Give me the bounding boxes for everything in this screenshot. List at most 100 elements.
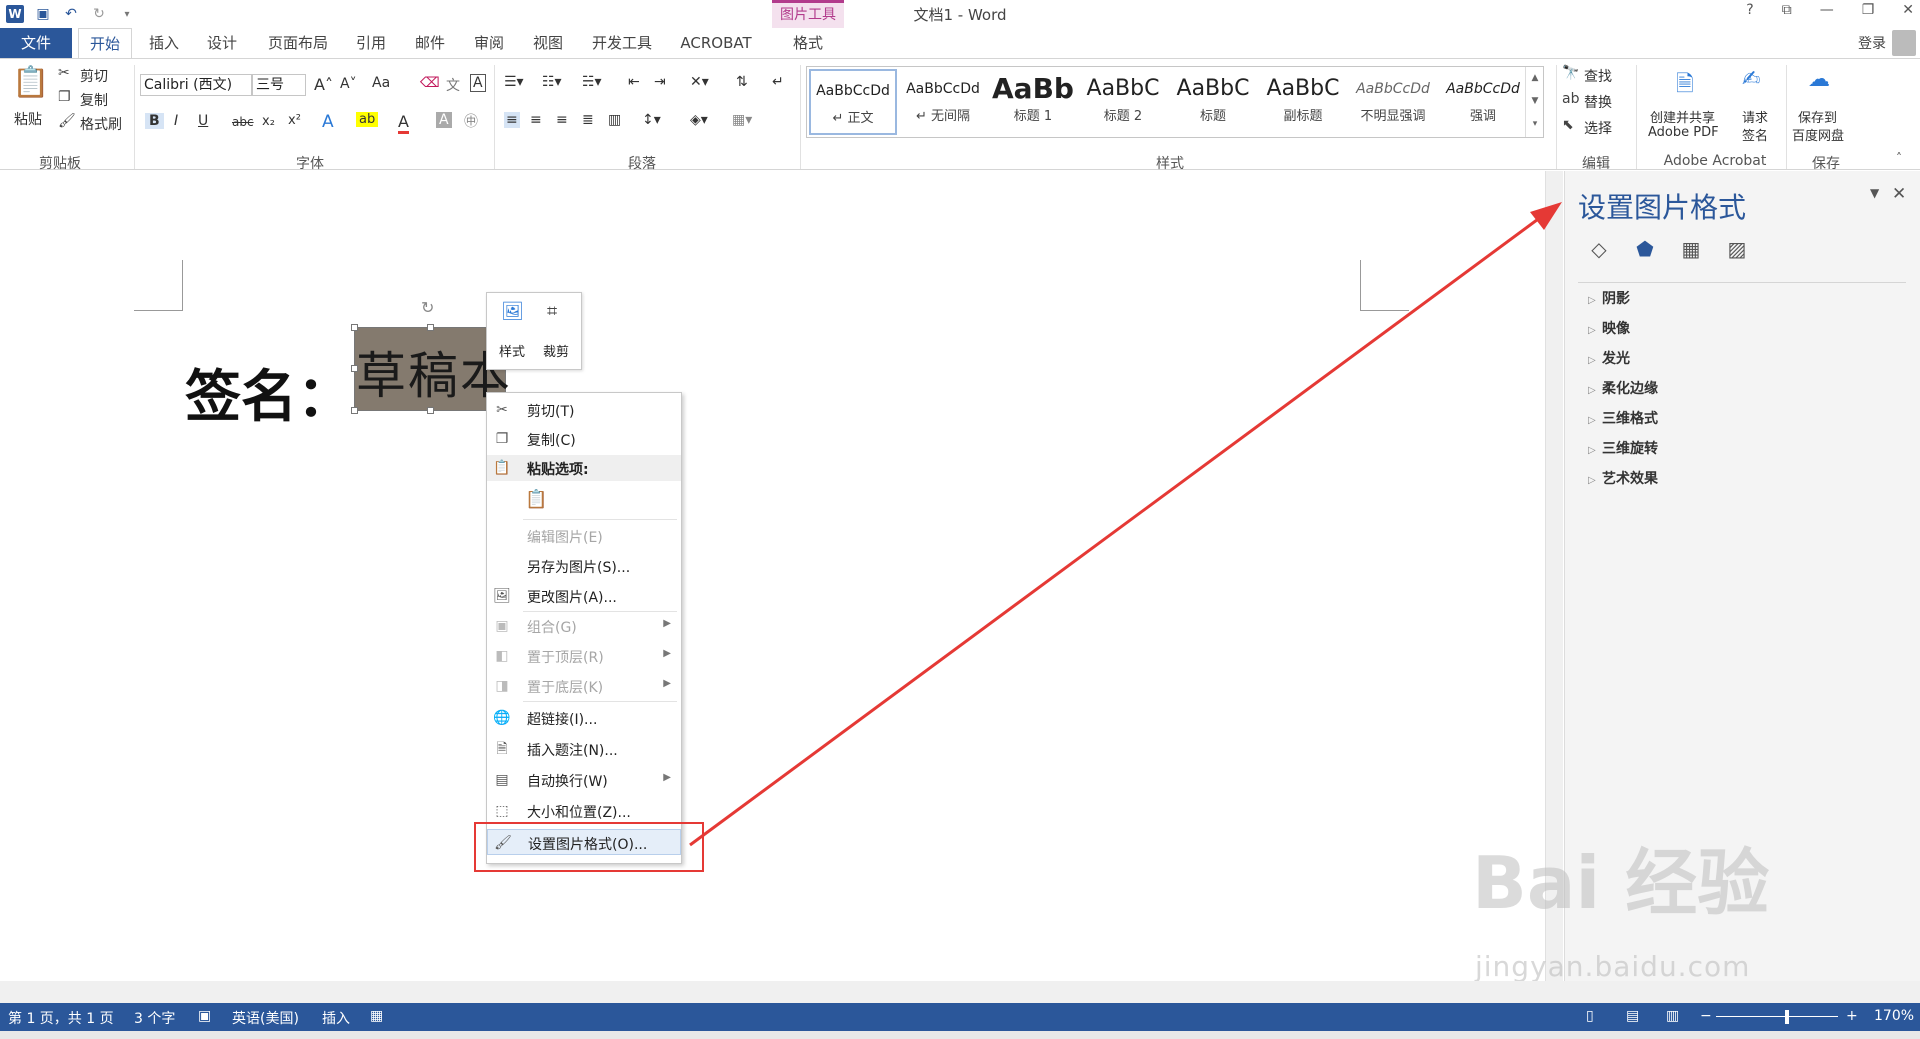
zoom-slider-thumb[interactable] (1785, 1010, 1789, 1024)
close-button[interactable]: ✕ (1902, 2, 1914, 18)
section-shadow[interactable]: ▷ 阴影 (1588, 288, 1630, 308)
align-left-icon[interactable]: ≡ (504, 112, 520, 128)
style-heading1[interactable]: AaBb 标题 1 (989, 69, 1077, 135)
request-sign-line2[interactable]: 签名 (1742, 125, 1768, 144)
save-to-line2[interactable]: 百度网盘 (1792, 125, 1844, 144)
sort-icon[interactable]: ⇅ (736, 74, 748, 90)
gallery-scroll[interactable]: ▲ ▼ ▾ (1525, 67, 1544, 137)
style-heading2[interactable]: AaBbC 标题 2 (1079, 69, 1167, 135)
read-mode-icon[interactable]: ▯ (1586, 1008, 1594, 1024)
section-3d-rotation[interactable]: ▷ 三维旋转 (1588, 438, 1658, 458)
menu-hyperlink[interactable]: 🌐 超链接(I)... (487, 705, 681, 731)
tab-format[interactable]: 格式 (772, 28, 844, 58)
zoom-level[interactable]: 170% (1874, 1008, 1914, 1024)
align-right-icon[interactable]: ≡ (556, 112, 568, 128)
bold-icon[interactable]: B (145, 113, 164, 129)
change-case-button[interactable]: Aa (372, 75, 390, 91)
enclose-char-icon[interactable]: ㊥ (464, 111, 478, 131)
section-glow[interactable]: ▷ 发光 (1588, 348, 1630, 368)
avatar[interactable] (1892, 30, 1916, 56)
menu-cut[interactable]: ✂ 剪切(T) (487, 397, 681, 423)
restore-button[interactable]: ❐ (1862, 2, 1875, 18)
highlight-icon[interactable]: ab (356, 112, 379, 127)
menu-copy[interactable]: ❐ 复制(C) (487, 426, 681, 452)
menu-change-picture[interactable]: 🖼 更改图片(A)... (487, 583, 681, 609)
grow-font-icon[interactable]: A˄ (314, 75, 333, 94)
style-subtitle[interactable]: AaBbC 副标题 (1259, 69, 1347, 135)
menu-wrap-text[interactable]: ▤ 自动换行(W) ▶ (487, 767, 681, 793)
paste-icon[interactable]: 📋 (12, 65, 49, 100)
char-border-icon[interactable]: A (470, 74, 486, 92)
select-button[interactable]: 选择 (1584, 118, 1612, 138)
menu-save-as-picture[interactable]: 另存为图片(S)... (487, 553, 681, 579)
tab-view[interactable]: 视图 (522, 28, 574, 58)
macro-icon[interactable]: ▦ (370, 1008, 383, 1024)
style-subtle-emphasis[interactable]: AaBbCcDd 不明显强调 (1349, 69, 1437, 135)
section-soft-edges[interactable]: ▷ 柔化边缘 (1588, 378, 1658, 398)
phonetic-guide-icon[interactable]: 文 (446, 75, 460, 95)
create-share-pdf-line2[interactable]: Adobe PDF (1648, 125, 1719, 140)
page-count[interactable]: 第 1 页，共 1 页 (8, 1008, 114, 1028)
word-count[interactable]: 3 个字 (134, 1008, 175, 1028)
resize-handle[interactable] (427, 324, 434, 331)
select-icon[interactable]: ⬉ (1562, 117, 1574, 133)
format-painter-button[interactable]: 格式刷 (80, 114, 122, 134)
superscript-icon[interactable]: x² (288, 113, 301, 128)
minimize-button[interactable]: — (1820, 2, 1834, 18)
tab-mailings[interactable]: 邮件 (404, 28, 456, 58)
zoom-in-icon[interactable]: + (1846, 1008, 1858, 1024)
create-share-pdf-line1[interactable]: 创建并共享 (1650, 107, 1715, 126)
underline-icon[interactable]: U (198, 113, 208, 129)
request-sign-icon[interactable]: ✍ (1742, 67, 1760, 92)
tab-references[interactable]: 引用 (346, 28, 396, 58)
menu-insert-caption[interactable]: 🗎 插入题注(N)... (487, 736, 681, 762)
tab-design[interactable]: 设计 (196, 28, 248, 58)
cut-button[interactable]: 剪切 (80, 66, 108, 86)
picture-tab-icon[interactable]: ▨ (1722, 234, 1752, 264)
distributed-icon[interactable]: ▥ (608, 112, 621, 128)
tab-file[interactable]: 文件 (0, 28, 72, 58)
close-icon[interactable]: ✕ (1892, 184, 1906, 204)
resize-handle[interactable] (427, 407, 434, 414)
section-3d-format[interactable]: ▷ 三维格式 (1588, 408, 1658, 428)
char-shading-icon[interactable]: A (436, 112, 452, 128)
section-reflection[interactable]: ▷ 映像 (1588, 318, 1630, 338)
style-title[interactable]: AaBbC 标题 (1169, 69, 1257, 135)
find-button[interactable]: 查找 (1584, 66, 1612, 86)
resize-handle[interactable] (351, 365, 358, 372)
section-artistic-effects[interactable]: ▷ 艺术效果 (1588, 468, 1658, 488)
zoom-slider[interactable] (1716, 1016, 1838, 1017)
line-spacing-icon[interactable]: ↕▾ (642, 112, 661, 128)
create-pdf-icon[interactable]: 🗎 (1676, 67, 1694, 105)
copy-button[interactable]: 复制 (80, 90, 108, 110)
zoom-out-icon[interactable]: − (1700, 1008, 1712, 1024)
style-normal[interactable]: AaBbCcDd ↵ 正文 (809, 69, 897, 135)
font-color-icon[interactable]: A (398, 112, 409, 134)
sign-in-link[interactable]: 登录 (1858, 33, 1886, 53)
pane-options-icon[interactable]: ▼ (1870, 186, 1879, 200)
mini-style-button[interactable]: 样式 (499, 341, 525, 360)
paste-button[interactable]: 粘贴 (14, 109, 42, 129)
collapse-ribbon-icon[interactable]: ˄ (1896, 151, 1902, 165)
increase-indent-icon[interactable]: ⇥ (654, 74, 666, 90)
align-center-icon[interactable]: ≡ (530, 112, 542, 128)
resize-handle[interactable] (351, 407, 358, 414)
ribbon-display-button[interactable]: ⧉ (1782, 2, 1792, 18)
layout-size-tab-icon[interactable]: ▦ (1676, 234, 1706, 264)
justify-icon[interactable]: ≣ (582, 112, 594, 128)
copy-icon[interactable]: ❐ (58, 89, 71, 105)
italic-icon[interactable]: I (174, 113, 178, 129)
mini-crop-button[interactable]: 裁剪 (543, 341, 569, 360)
save-to-line1[interactable]: 保存到 (1798, 107, 1837, 126)
shrink-font-icon[interactable]: A˅ (340, 76, 357, 92)
find-icon[interactable]: 🔭 (1562, 65, 1579, 81)
shading-icon[interactable]: ◈▾ (690, 112, 708, 128)
paste-keep-text-icon[interactable]: 📋 (525, 489, 547, 510)
print-layout-icon[interactable]: ▤ (1626, 1008, 1639, 1024)
resize-handle[interactable] (351, 324, 358, 331)
help-button[interactable]: ? (1746, 2, 1753, 18)
request-sign-line1[interactable]: 请求 (1742, 107, 1768, 126)
language[interactable]: 英语(美国) (232, 1008, 299, 1028)
show-marks-icon[interactable]: ↵ (772, 74, 784, 90)
tab-home[interactable]: 开始 (78, 28, 132, 58)
